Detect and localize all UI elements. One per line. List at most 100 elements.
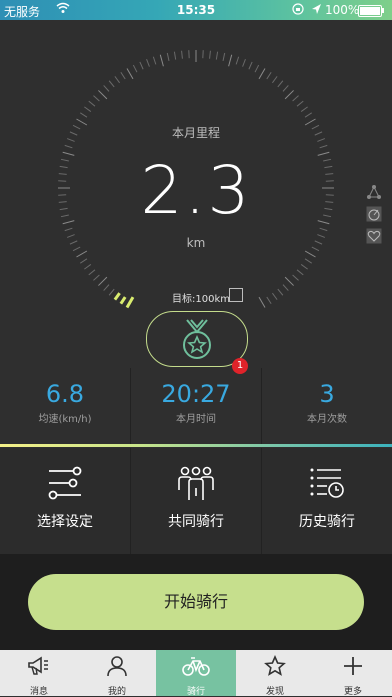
- dial-tick: [109, 289, 114, 295]
- dial-tick: [115, 293, 120, 299]
- dial-tick: [76, 251, 86, 257]
- side-icons: [366, 184, 382, 250]
- dial-tick: [109, 81, 114, 87]
- ride-history-label: 历史骑行: [262, 511, 392, 531]
- dial-tick: [98, 277, 106, 285]
- medal-button[interactable]: [146, 311, 248, 367]
- dial-tick: [267, 297, 271, 304]
- dial-tick: [147, 59, 150, 66]
- dial-tick: [104, 85, 109, 91]
- dial-tick: [243, 59, 246, 66]
- dial-tick: [80, 113, 87, 117]
- select-settings-button[interactable]: 选择设定: [0, 448, 130, 554]
- tab-ride[interactable]: 骑行: [156, 650, 236, 696]
- dial-tick: [127, 68, 133, 78]
- group-ride-label: 共同骑行: [131, 511, 261, 531]
- battery-icon: [358, 5, 382, 17]
- dial-tick: [167, 53, 169, 61]
- dial-tick: [278, 289, 283, 295]
- dial-tick: [272, 293, 277, 299]
- plus-icon: [342, 655, 364, 677]
- dial-tick: [305, 113, 312, 117]
- dial-tick: [293, 96, 299, 101]
- tab-more-label: 更多: [314, 684, 392, 697]
- dial-tick: [216, 52, 217, 60]
- dial-tick: [115, 76, 120, 82]
- distance-unit: km: [0, 236, 392, 250]
- battery-percent: 100%: [325, 3, 359, 17]
- monthly-distance-value: 2.3: [0, 152, 392, 229]
- share-network-icon[interactable]: [366, 184, 382, 200]
- dial-tick: [272, 76, 277, 82]
- dial-tick: [305, 251, 315, 257]
- dial-tick: [259, 68, 265, 78]
- medal-icon: [177, 318, 217, 360]
- dial-tick: [305, 259, 312, 263]
- dial-tick: [93, 96, 99, 101]
- dial-tick: [297, 101, 303, 106]
- month-time-label: 本月时间: [131, 410, 261, 425]
- dial-tick: [293, 275, 299, 280]
- dial-tick: [80, 259, 87, 263]
- megaphone-icon: [27, 655, 51, 677]
- month-time-value: 20:27: [131, 380, 261, 408]
- tab-me-label: 我的: [78, 684, 156, 697]
- tab-more[interactable]: 更多: [314, 650, 392, 696]
- monthly-distance-title: 本月里程: [0, 124, 392, 141]
- gauge-icon[interactable]: [366, 206, 382, 222]
- goal-label[interactable]: 目标:100km: [172, 290, 230, 305]
- dial-tick: [301, 264, 307, 269]
- dial-tick: [278, 81, 283, 87]
- dial-tick: [210, 51, 211, 59]
- month-count-stat: 3 本月次数: [262, 368, 392, 446]
- monthly-distance-dial: 本月里程 2.3 km 目标:100km 1: [0, 20, 392, 370]
- dial-tick: [84, 264, 90, 269]
- ride-history-button[interactable]: 历史骑行: [262, 448, 392, 554]
- stats-row: 6.8 均速(km/h) 20:27 本月时间 3 本月次数: [0, 368, 392, 448]
- avg-speed-label: 均速(km/h): [0, 410, 130, 425]
- dial-tick: [89, 270, 95, 275]
- dial-tick: [283, 85, 288, 91]
- start-area: 开始骑行: [0, 554, 392, 650]
- history-list-icon: [309, 466, 345, 500]
- heart-rate-icon[interactable]: [366, 228, 382, 244]
- dial-tick: [236, 57, 238, 65]
- dial-tick: [174, 52, 175, 60]
- tab-ride-label: 骑行: [156, 684, 236, 697]
- select-settings-label: 选择设定: [0, 511, 130, 531]
- month-count-label: 本月次数: [262, 410, 392, 425]
- dial-tick: [297, 270, 303, 275]
- bicycle-icon: [182, 655, 210, 677]
- sliders-icon: [47, 466, 83, 500]
- dial-tick: [249, 62, 252, 69]
- dial-tick: [301, 107, 307, 112]
- group-ride-button[interactable]: 共同骑行: [131, 448, 261, 554]
- dial-tick: [153, 57, 155, 65]
- dial-tick: [140, 62, 143, 69]
- dial-tick: [320, 145, 328, 147]
- dial-tick: [285, 90, 293, 98]
- dial-tick: [255, 65, 259, 72]
- dial-tick: [259, 297, 265, 307]
- dial-tick: [229, 55, 232, 67]
- dial-tick: [121, 297, 125, 304]
- gradient-divider: [0, 444, 392, 447]
- dial-tick: [89, 101, 95, 106]
- avg-speed-value: 6.8: [0, 380, 130, 408]
- start-ride-button[interactable]: 开始骑行: [28, 574, 364, 630]
- action-row: 选择设定 共同骑行 历史骑行: [0, 448, 392, 554]
- person-icon: [106, 655, 128, 677]
- tab-bar: 消息 我的 骑行 发现 更多: [0, 650, 392, 696]
- dial-tick: [127, 297, 133, 307]
- edit-goal-icon[interactable]: [229, 288, 243, 302]
- tab-me[interactable]: 我的: [78, 650, 156, 696]
- tab-messages[interactable]: 消息: [0, 650, 78, 696]
- dial-tick: [285, 277, 293, 285]
- location-icon: [310, 2, 322, 19]
- dial-tick: [93, 275, 99, 280]
- dial-tick: [84, 107, 90, 112]
- dial-tick: [182, 51, 183, 59]
- dial-tick: [267, 72, 271, 79]
- tab-discover[interactable]: 发现: [236, 650, 314, 696]
- dial-tick: [121, 72, 125, 79]
